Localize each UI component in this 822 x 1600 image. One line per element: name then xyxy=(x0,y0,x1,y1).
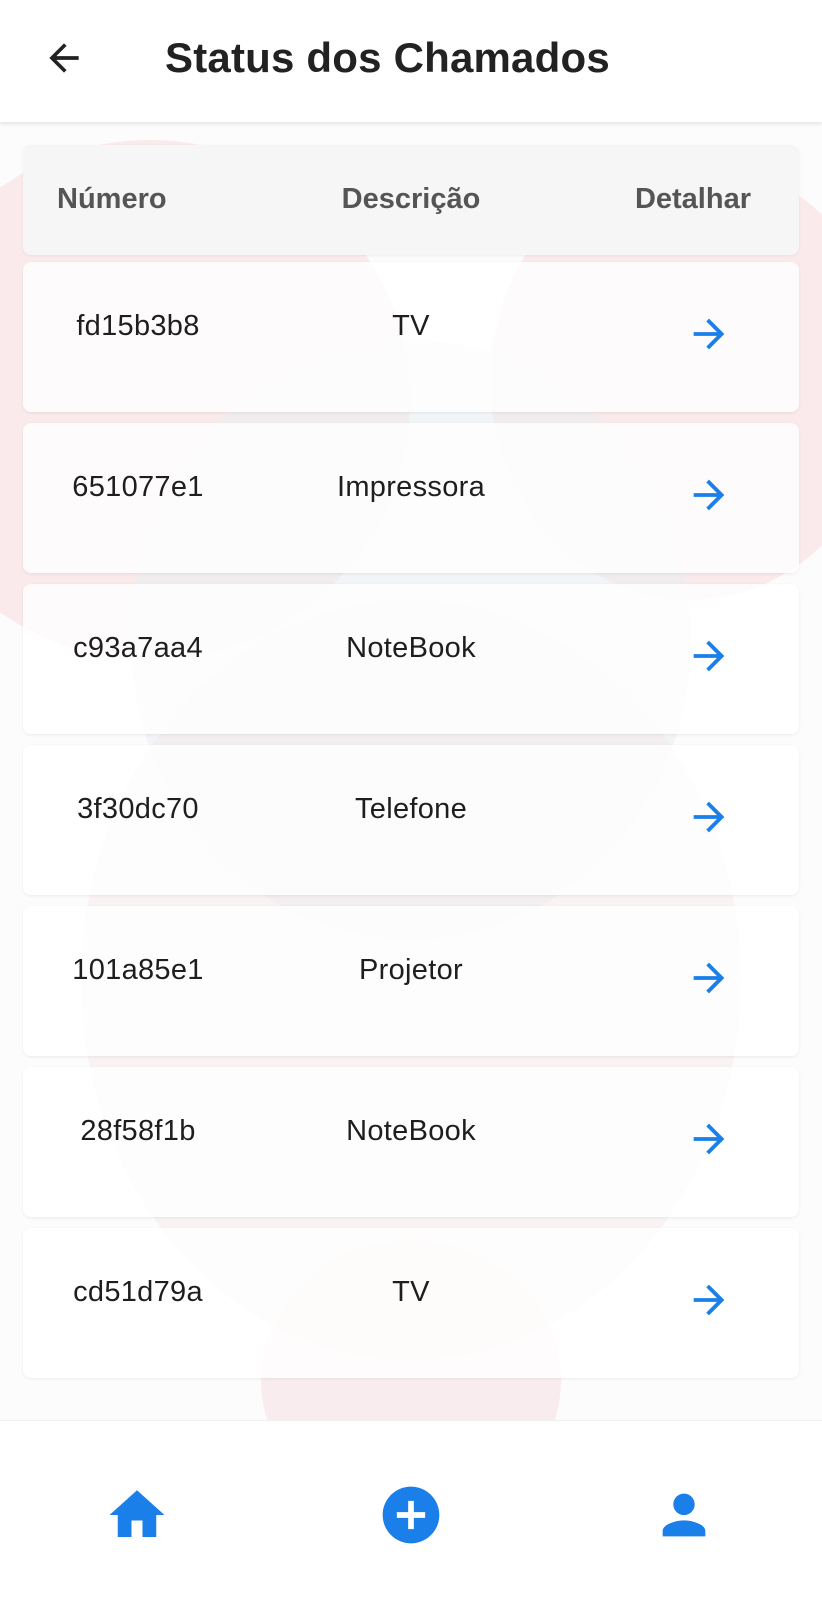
page-title: Status dos Chamados xyxy=(165,34,610,81)
bottom-navigation xyxy=(0,1420,822,1600)
home-icon xyxy=(109,1490,165,1537)
back-button[interactable] xyxy=(36,30,92,86)
nav-profile-button[interactable] xyxy=(648,1479,720,1551)
detail-button[interactable] xyxy=(681,467,737,523)
app-bar: Status dos Chamados xyxy=(0,0,822,122)
arrow-right-icon xyxy=(693,1284,725,1316)
detail-button[interactable] xyxy=(681,789,737,845)
nav-add-button[interactable] xyxy=(375,1479,447,1551)
column-header-numero: Número xyxy=(57,183,167,215)
table-row: cd51d79a TV xyxy=(23,1228,799,1378)
arrow-right-icon xyxy=(693,479,725,511)
arrow-right-icon xyxy=(693,801,725,833)
table-row: c93a7aa4 NoteBook xyxy=(23,584,799,734)
ticket-number: 651077e1 xyxy=(72,471,204,503)
table-row: 28f58f1b NoteBook xyxy=(23,1067,799,1217)
detail-button[interactable] xyxy=(681,1111,737,1167)
arrow-right-icon xyxy=(693,1123,725,1155)
table-row: 3f30dc70 Telefone xyxy=(23,745,799,895)
arrow-left-icon xyxy=(49,43,79,73)
detail-button[interactable] xyxy=(681,950,737,1006)
add-circle-icon xyxy=(382,1486,440,1544)
arrow-right-icon xyxy=(693,962,725,994)
ticket-number: 3f30dc70 xyxy=(77,793,199,825)
detail-button[interactable] xyxy=(681,306,737,362)
table-row: fd15b3b8 TV xyxy=(23,262,799,412)
person-icon xyxy=(662,1493,706,1537)
table-row: 651077e1 Impressora xyxy=(23,423,799,573)
table-row: 101a85e1 Projetor xyxy=(23,906,799,1056)
ticket-number: c93a7aa4 xyxy=(73,632,203,664)
detail-button[interactable] xyxy=(681,628,737,684)
arrow-right-icon xyxy=(693,318,725,350)
table-header: Número Descrição Detalhar xyxy=(23,145,799,255)
ticket-number: 101a85e1 xyxy=(72,954,204,986)
ticket-number: 28f58f1b xyxy=(80,1115,196,1147)
app-screen: Status dos Chamados Número Descrição Det… xyxy=(0,0,822,1600)
detail-button[interactable] xyxy=(681,1272,737,1328)
arrow-right-icon xyxy=(693,640,725,672)
ticket-number: cd51d79a xyxy=(73,1276,203,1308)
column-header-detalhar: Detalhar xyxy=(634,183,751,215)
nav-home-button[interactable] xyxy=(101,1479,173,1551)
ticket-number: fd15b3b8 xyxy=(76,310,200,342)
